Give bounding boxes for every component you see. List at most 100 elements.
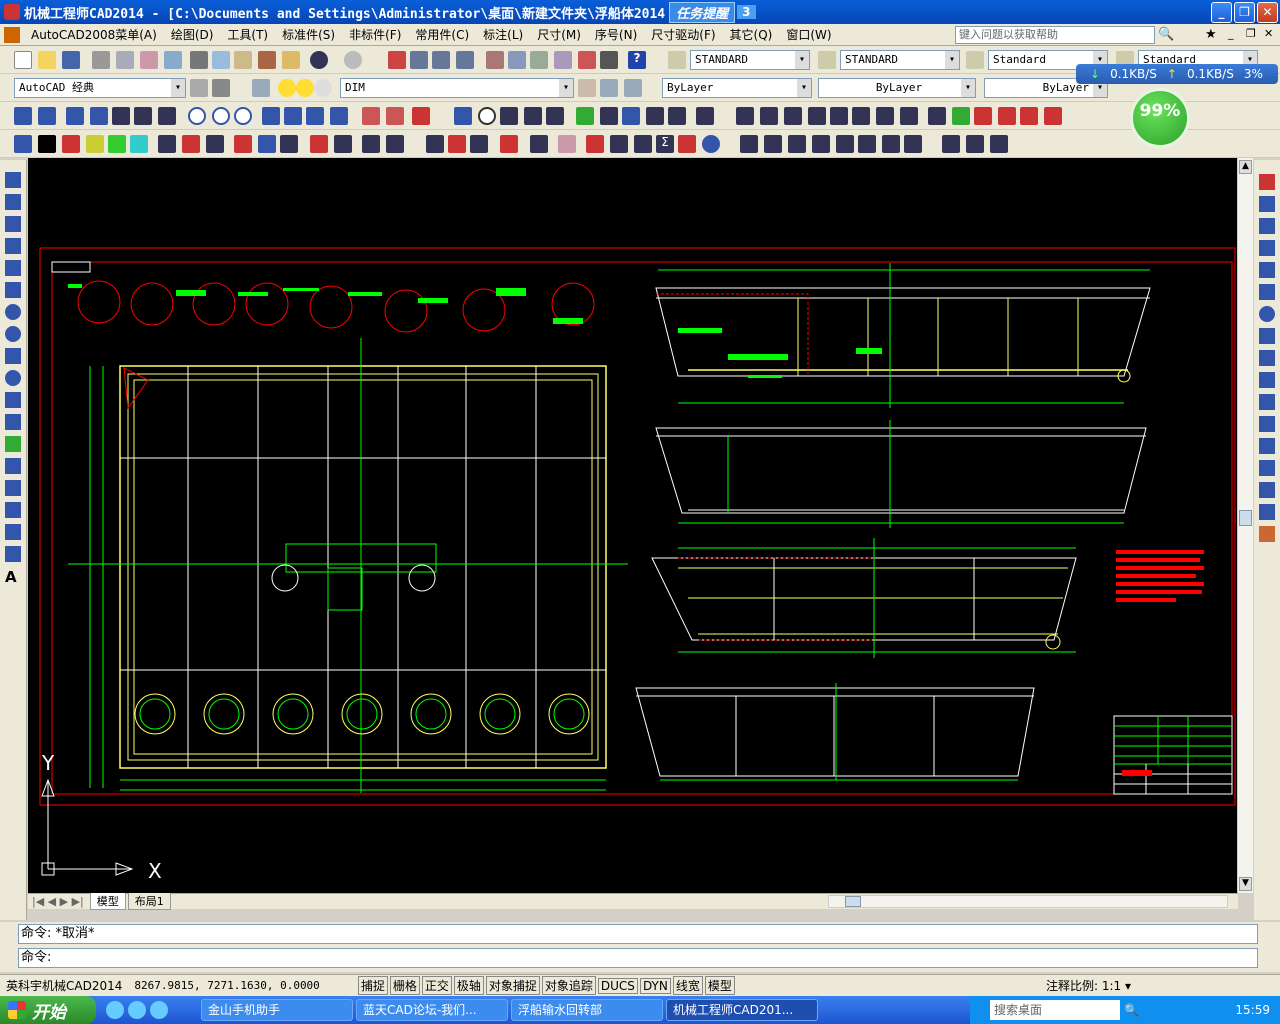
line-tool-icon[interactable] [66,107,84,125]
menu-window[interactable]: 窗口(W) [779,26,838,43]
doc-restore-button[interactable]: ❐ [1246,27,1256,40]
stair-icon[interactable] [448,135,466,153]
multiline-text-icon[interactable]: A [5,568,21,586]
extend-icon[interactable] [182,135,200,153]
tolerance-icon[interactable] [974,107,992,125]
battery-widget[interactable]: 99% [1130,88,1190,148]
circle-tool-icon[interactable] [188,107,206,125]
roughness-2-icon[interactable] [784,107,802,125]
workspace-save-icon[interactable] [212,79,230,97]
rotate-circle-icon[interactable] [234,107,252,125]
toggle-snap[interactable]: 捕捉 [357,976,388,995]
extend-icon[interactable] [1259,394,1275,410]
plot-preview-icon[interactable] [116,51,134,69]
menu-draw[interactable]: 绘图(D) [164,26,221,43]
zoom-previous-icon[interactable] [456,51,474,69]
join-icon[interactable] [1259,460,1275,476]
break-icon[interactable] [362,107,380,125]
break-at-point-icon[interactable] [1259,416,1275,432]
arrow-1-icon[interactable] [740,135,758,153]
cyan-line-icon[interactable] [130,135,148,153]
perpendicular-icon[interactable] [262,107,280,125]
toggle-osnap[interactable]: 对象捕捉 [485,976,540,995]
offset-icon[interactable] [306,107,324,125]
angle-line-icon[interactable] [258,135,276,153]
markup-icon[interactable] [578,51,596,69]
offset-icon[interactable] [1259,240,1275,256]
layer-freeze-icon[interactable] [296,79,314,97]
start-button[interactable]: 开始 [0,996,96,1024]
layer-lock-icon[interactable] [314,79,332,97]
roughness-3-icon[interactable] [808,107,826,125]
x-line-icon[interactable] [134,107,152,125]
print-icon[interactable] [92,51,110,69]
curve-icon[interactable] [530,135,548,153]
gradient-icon[interactable] [5,502,21,518]
insert-block-icon[interactable] [5,414,21,430]
arrow-7-icon[interactable] [882,135,900,153]
toggle-ducs[interactable]: DUCS [597,977,638,994]
pan-icon[interactable] [388,51,406,69]
tab-nav-arrows[interactable]: |◀ ◀ ▶ ▶| [28,895,88,908]
detail-icon[interactable] [1044,107,1062,125]
arc-icon[interactable] [5,282,21,298]
point-icon[interactable] [330,107,348,125]
thin-line-icon[interactable] [14,135,32,153]
dim-style-select[interactable]: STANDARD [840,50,960,70]
dash-line-icon[interactable] [158,107,176,125]
toggle-polar[interactable]: 极轴 [453,976,484,995]
slash-icon[interactable] [234,135,252,153]
chamfer-icon[interactable] [1259,482,1275,498]
text-tool-icon[interactable] [586,135,604,153]
roughness-4-icon[interactable] [830,107,848,125]
mirror-icon[interactable] [1259,218,1275,234]
zoom-realtime-icon[interactable] [410,51,428,69]
layer-on-icon[interactable] [278,79,296,97]
datum-icon[interactable] [952,107,970,125]
text-align-icon[interactable] [634,135,652,153]
triple-line-icon[interactable] [206,135,224,153]
taskbar-item-folder[interactable]: 浮船输水回转部 [511,999,663,1021]
doc-minimize-button[interactable]: _ [1228,27,1234,40]
centerline-icon[interactable] [14,107,32,125]
copy-object-icon[interactable] [1259,196,1275,212]
construction-line-icon[interactable] [5,194,21,210]
angle-dim-icon[interactable] [280,135,298,153]
3d-dwf-icon[interactable] [164,51,182,69]
doc-close-button[interactable]: ✕ [1264,27,1273,40]
menu-standard-parts[interactable]: 标准件(S) [275,26,342,43]
double-line-icon[interactable] [334,135,352,153]
menu-common-parts[interactable]: 常用件(C) [408,26,476,43]
ellipse-arc-icon[interactable] [5,392,21,408]
dim-style-icon[interactable] [818,51,836,69]
toggle-dyn[interactable]: DYN [639,977,671,994]
browser-icon[interactable] [128,1001,146,1019]
line-icon[interactable] [5,172,21,188]
cut-icon[interactable] [190,51,208,69]
revision-cloud-icon[interactable] [5,326,21,342]
design-center-icon[interactable] [508,51,526,69]
break-icon[interactable] [1259,438,1275,454]
bom-icon[interactable] [1020,107,1038,125]
close-button[interactable]: ✕ [1257,2,1278,23]
section-icon[interactable] [546,107,564,125]
hatch-icon[interactable] [500,107,518,125]
rotate-icon[interactable] [702,135,720,153]
yellow-line-icon[interactable] [86,135,104,153]
open-icon[interactable] [38,51,56,69]
toggle-lineweight[interactable]: 线宽 [672,976,703,995]
layer-states-icon[interactable] [624,79,642,97]
sum-icon[interactable]: Σ [656,135,674,153]
tool-palettes-icon[interactable] [530,51,548,69]
match-properties-icon[interactable] [258,51,276,69]
array-icon[interactable] [646,107,664,125]
save-icon[interactable] [62,51,80,69]
arrow-2-icon[interactable] [764,135,782,153]
hatch-icon[interactable] [5,480,21,496]
arrow-4-icon[interactable] [812,135,830,153]
desktop-search-input[interactable]: 搜索桌面 [990,1000,1120,1020]
table-tool-icon[interactable] [426,135,444,153]
roughness-7-icon[interactable] [900,107,918,125]
publish-icon[interactable] [140,51,158,69]
insert-icon[interactable] [500,135,518,153]
